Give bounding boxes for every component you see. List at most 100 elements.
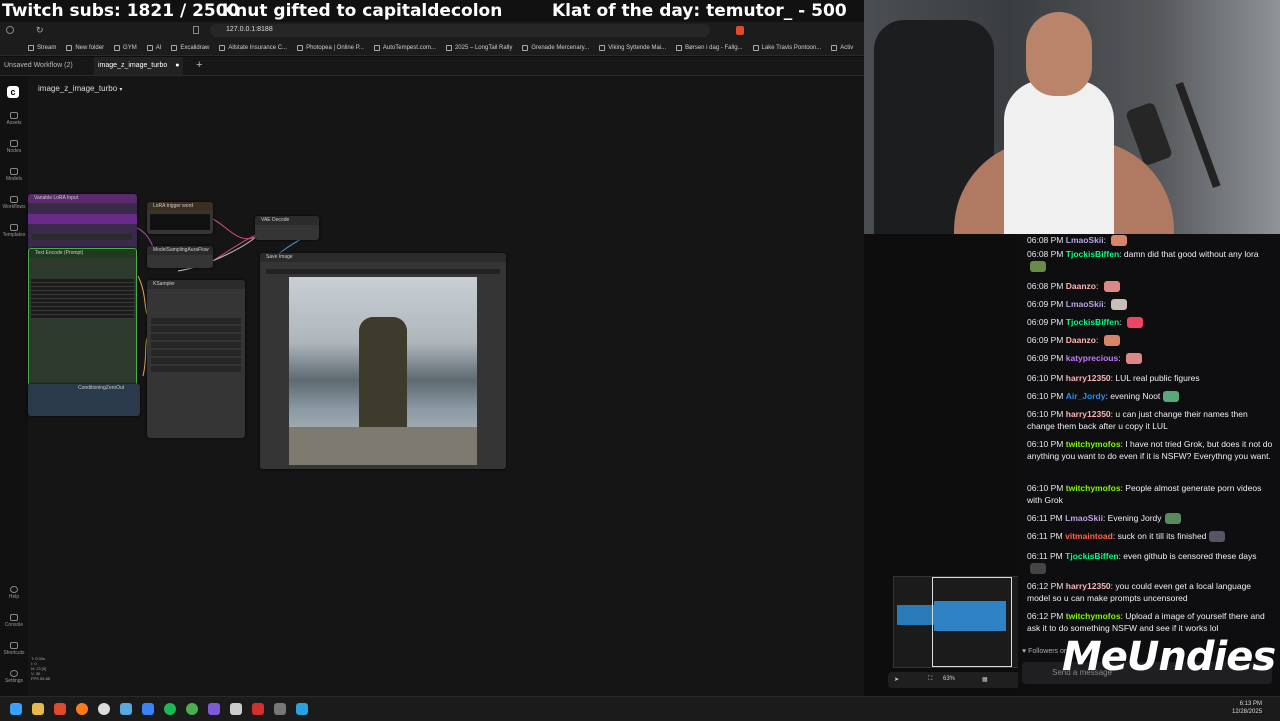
bookmark-item[interactable]: Excalidraw bbox=[171, 44, 209, 51]
new-tab-button[interactable]: + bbox=[192, 57, 206, 75]
folder-icon bbox=[146, 44, 153, 51]
rail-templates[interactable]: Templates bbox=[0, 224, 28, 238]
fit-view-icon[interactable]: ⛶ bbox=[928, 676, 932, 683]
node-toolbar[interactable] bbox=[32, 234, 132, 240]
zoom-level[interactable]: 63% bbox=[943, 676, 955, 682]
node-ksampler[interactable]: KSampler bbox=[147, 280, 245, 438]
node-title: ConditioningZeroOut bbox=[28, 384, 140, 393]
chat-username[interactable]: harry12350 bbox=[1066, 581, 1111, 591]
rail-help[interactable]: Help bbox=[0, 586, 28, 600]
back-icon[interactable] bbox=[6, 26, 14, 34]
emote-icon bbox=[1111, 235, 1128, 247]
chat-username[interactable]: Daanzo bbox=[1066, 335, 1096, 345]
bookmarks-bar: Stream New folder GYM AI Excalidraw Allstate … bbox=[0, 40, 864, 56]
chat-username[interactable]: TjockisBiffen bbox=[1065, 551, 1118, 561]
app-icon[interactable] bbox=[252, 703, 264, 715]
bookmark-item[interactable]: New folder bbox=[66, 44, 104, 51]
bookmark-item[interactable]: Viking Syttende Mai... bbox=[599, 44, 666, 51]
node-save-image[interactable]: Save Image bbox=[260, 253, 506, 469]
chat-username[interactable]: katyprecious bbox=[1066, 353, 1118, 363]
start-icon[interactable] bbox=[10, 703, 22, 715]
ksampler-widgets[interactable] bbox=[151, 318, 241, 374]
node-canvas[interactable]: image_z_image_turbo ▾ Variable LoRA Inpu… bbox=[28, 76, 1028, 696]
trigger-text-area[interactable] bbox=[150, 214, 210, 230]
url-field[interactable]: 127.0.0.1:8188 bbox=[210, 24, 710, 37]
models-icon bbox=[10, 168, 18, 175]
chat-username[interactable]: LmaoSkii bbox=[1066, 299, 1104, 309]
discord-icon[interactable] bbox=[208, 703, 220, 715]
chat-panel: 06:08 PM LmaoSkii: 06:08 PM TjockisBiffe… bbox=[1018, 234, 1280, 696]
filename-prefix-field[interactable] bbox=[266, 269, 500, 274]
minimap-toggle-icon[interactable]: ▦ bbox=[982, 676, 988, 683]
chat-username[interactable]: twitchymofos bbox=[1066, 439, 1121, 449]
prompt-text-area[interactable] bbox=[31, 279, 134, 319]
node-text-encode[interactable]: Text Encode (Prompt) bbox=[28, 248, 137, 386]
minimap[interactable] bbox=[893, 576, 1023, 668]
bookmark-item[interactable]: AutoTempest.com... bbox=[373, 44, 436, 51]
rail-nodes[interactable]: Nodes bbox=[0, 140, 28, 154]
bookmark-item[interactable]: Lake Travis Pontoon... bbox=[752, 44, 821, 51]
chat-message: 06:10 PM harry12350: LUL real public fig… bbox=[1027, 373, 1200, 383]
chat-timestamp: 06:10 PM bbox=[1027, 483, 1064, 493]
rail-assets[interactable]: Assets bbox=[0, 112, 28, 126]
bookmark-item[interactable]: AI bbox=[146, 44, 161, 51]
node-model-sampling[interactable]: ModelSamplingAuraFlow bbox=[147, 246, 213, 268]
folder-icon bbox=[219, 44, 226, 51]
firefox-icon[interactable] bbox=[76, 703, 88, 715]
minimap-viewport[interactable] bbox=[932, 577, 1012, 667]
app-icon[interactable] bbox=[142, 703, 154, 715]
app-icon[interactable] bbox=[120, 703, 132, 715]
terminal-icon[interactable] bbox=[274, 703, 286, 715]
klat-of-the-day: Klat of the day: temutor_ - 500 bbox=[552, 1, 847, 21]
app-icon[interactable] bbox=[296, 703, 308, 715]
node-lora-trigger[interactable]: LoRA trigger word bbox=[147, 202, 213, 234]
chrome-icon[interactable] bbox=[186, 703, 198, 715]
rail-shortcuts[interactable]: Shortcuts bbox=[0, 642, 28, 656]
select-tool-icon[interactable]: ➤ bbox=[894, 676, 899, 683]
rail-workflows[interactable]: Workflows bbox=[0, 196, 28, 210]
chat-username[interactable]: TjockisBiffen bbox=[1066, 249, 1119, 259]
emote-icon bbox=[1111, 299, 1128, 311]
brave-icon[interactable] bbox=[54, 703, 66, 715]
obs-icon[interactable] bbox=[98, 703, 110, 715]
bookmark-item[interactable]: Børsen i dag - Fallg... bbox=[676, 44, 743, 51]
chat-username[interactable]: harry12350 bbox=[1066, 409, 1111, 419]
app-icon[interactable] bbox=[230, 703, 242, 715]
bookmark-item[interactable]: Grenade Mercenary... bbox=[522, 44, 589, 51]
rail-console[interactable]: Console bbox=[0, 614, 28, 628]
bookmark-item[interactable]: Allstate Insurance C... bbox=[219, 44, 287, 51]
chat-username[interactable]: harry12350 bbox=[1066, 373, 1111, 383]
chat-username[interactable]: twitchymofos bbox=[1066, 483, 1121, 493]
node-vae-decode[interactable]: VAE Decode bbox=[255, 216, 319, 240]
chat-message: 06:10 PM Air_Jordy: evening Noot bbox=[1027, 390, 1273, 403]
node-conditioning-zero-out[interactable]: ConditioningZeroOut bbox=[28, 384, 140, 416]
bookmark-item[interactable]: Photopea | Online P... bbox=[297, 44, 364, 51]
folder-icon bbox=[66, 44, 73, 51]
system-clock[interactable]: 6:13 PM 12/28/2025 bbox=[1232, 700, 1262, 716]
node-title: KSampler bbox=[147, 280, 245, 289]
rail-settings[interactable]: Settings bbox=[0, 670, 28, 684]
bookmark-item[interactable]: Activ bbox=[831, 44, 853, 51]
chat-username[interactable]: TjockisBiffen bbox=[1066, 317, 1119, 327]
node-widget[interactable] bbox=[28, 214, 137, 224]
chat-username[interactable]: vitmaintoad bbox=[1065, 531, 1113, 541]
chat-username[interactable]: Air_Jordy bbox=[1066, 391, 1106, 401]
rail-models[interactable]: Models bbox=[0, 168, 28, 182]
spotify-icon[interactable] bbox=[164, 703, 176, 715]
bookmark-icon[interactable] bbox=[193, 26, 199, 34]
bookmark-item[interactable]: 2025 – LongTail Rally bbox=[445, 44, 512, 51]
tab-image-z-image-turbo[interactable]: image_z_image_turbo ● bbox=[94, 57, 184, 75]
brave-shield-icon[interactable] bbox=[736, 26, 744, 35]
reload-icon[interactable]: ↻ bbox=[36, 25, 44, 36]
bookmark-item[interactable]: Stream bbox=[28, 44, 56, 51]
tab-unsaved-workflow[interactable]: Unsaved Workflow (2) bbox=[0, 57, 77, 75]
chat-username[interactable]: Daanzo bbox=[1066, 281, 1096, 291]
chat-username[interactable]: LmaoSkii bbox=[1066, 235, 1104, 245]
chat-message: 06:10 PM twitchymofos: People almost gen… bbox=[1027, 483, 1262, 505]
file-explorer-icon[interactable] bbox=[32, 703, 44, 715]
comfy-logo: c bbox=[7, 86, 19, 98]
node-lora-input[interactable]: Variable LoRA Input bbox=[28, 194, 137, 256]
chat-username[interactable]: twitchymofos bbox=[1066, 611, 1121, 621]
bookmark-item[interactable]: GYM bbox=[114, 44, 137, 51]
chat-username[interactable]: LmaoSkii bbox=[1065, 513, 1103, 523]
